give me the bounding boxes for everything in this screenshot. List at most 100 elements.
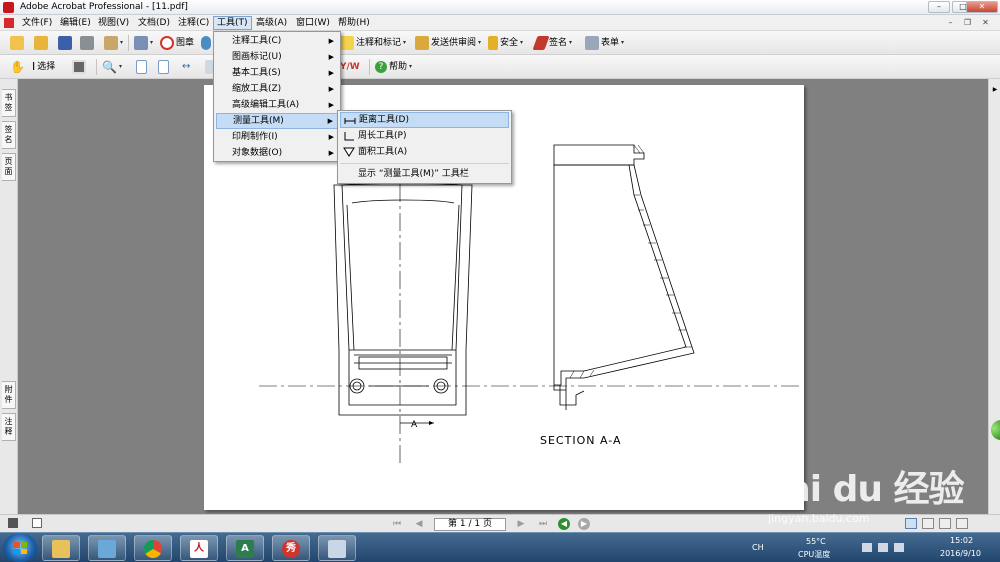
menu-document[interactable]: 文档(D)	[135, 16, 173, 30]
doc-restore-icon[interactable]: ❐	[962, 17, 973, 28]
hand-status-icon	[8, 518, 18, 528]
select-tool-button[interactable]: I 选择	[32, 59, 55, 75]
acrobat-icon: 人	[190, 540, 208, 558]
area-tool-item[interactable]: 面积工具(A)	[340, 144, 509, 160]
fit-width-icon[interactable]: ↔	[182, 59, 190, 75]
attach-icon[interactable]: ▾	[134, 35, 153, 51]
forms-button[interactable]: 表单 ▾	[585, 35, 624, 51]
single-page-icon[interactable]	[905, 518, 917, 529]
volume-icon[interactable]	[878, 543, 888, 552]
status-bar: ⏮ ◀ 第 1 / 1 页 ▶ ⏭ ◀ ▶	[0, 514, 1000, 532]
send-review-label: 发送供审阅	[431, 38, 477, 48]
show-measure-toolbar-item[interactable]: 显示 “测量工具(M)” 工具栏	[340, 166, 509, 182]
menu-advanced-editing[interactable]: 高级编辑工具(A) ▶	[216, 97, 338, 113]
hand-tool-icon[interactable]: ✋	[10, 59, 25, 75]
taskbar-app-5[interactable]: A	[226, 535, 264, 561]
flag-icon[interactable]	[894, 543, 904, 552]
menu-zoom-tools[interactable]: 缩放工具(Z) ▶	[216, 81, 338, 97]
perimeter-tool-item[interactable]: 周长工具(P)	[340, 128, 509, 144]
fit-page-icon[interactable]	[158, 59, 169, 75]
taskbar-app-6[interactable]: 秀	[272, 535, 310, 561]
doc-close-icon[interactable]: ✕	[980, 17, 991, 28]
input-language[interactable]: CH	[752, 543, 764, 552]
taskbar: 人 A 秀 CH 55°C CPU温度 15:02 2016/9/10	[0, 532, 1000, 562]
help-label: 帮助	[389, 62, 408, 72]
text-cursor-icon: I	[32, 60, 36, 73]
page-number-field[interactable]: 第 1 / 1 页	[434, 517, 506, 531]
sign-label: 签名	[549, 38, 568, 48]
distance-tool-item[interactable]: 距离工具(D)	[340, 112, 509, 128]
help-button[interactable]: ? 帮助 ▾	[375, 59, 412, 75]
menu-help[interactable]: 帮助(H)	[335, 16, 373, 30]
signatures-tab[interactable]: 签名	[2, 121, 16, 149]
save-icon[interactable]	[58, 35, 72, 51]
actual-size-icon[interactable]	[136, 59, 147, 75]
menu-view[interactable]: 视图(V)	[95, 16, 132, 30]
stamp-button[interactable]: 图章	[160, 35, 194, 51]
send-review-button[interactable]: 发送供审阅 ▾	[415, 35, 481, 51]
tools-toolbar: ✋ I 选择 🔍 ▾ ↔ Y/W ? 帮助 ▾	[0, 55, 1000, 79]
menu-basic-tools[interactable]: 基本工具(S) ▶	[216, 65, 338, 81]
doc-minimize-icon[interactable]: –	[945, 17, 956, 28]
menu-object-data[interactable]: 对象数据(O) ▶	[216, 145, 338, 161]
menu-drawing-markup[interactable]: 图画标记(U) ▶	[216, 49, 338, 65]
create-pdf-icon[interactable]	[10, 35, 24, 51]
taskbar-paint[interactable]	[318, 535, 356, 561]
comments-tab[interactable]: 注释	[2, 413, 16, 441]
sign-button[interactable]: 签名 ▾	[532, 35, 572, 51]
menu-bar: 文件(F) 编辑(E) 视图(V) 文档(D) 注释(C) 工具(T) 高级(A…	[0, 15, 1000, 31]
page-navigator: ⏮ ◀ 第 1 / 1 页 ▶ ⏭ ◀ ▶	[390, 517, 590, 531]
app-icon: 秀	[282, 540, 300, 558]
cpu-temperature: 55°C	[806, 537, 826, 546]
taskbar-explorer[interactable]	[42, 535, 80, 561]
menu-comments[interactable]: 注释(C)	[175, 16, 212, 30]
network-icon[interactable]	[862, 543, 872, 552]
submenu-arrow-icon: ▶	[327, 117, 333, 125]
continuous-facing-icon[interactable]	[956, 518, 968, 529]
menu-advanced[interactable]: 高级(A)	[253, 16, 290, 30]
zoom-in-icon[interactable]: 🔍 ▾	[102, 59, 122, 75]
minimize-button[interactable]: –	[928, 1, 950, 13]
print-icon[interactable]	[80, 35, 94, 51]
continuous-icon[interactable]	[922, 518, 934, 529]
clock-time[interactable]: 15:02	[950, 536, 973, 545]
distance-tool-icon	[344, 118, 356, 124]
rotate-icon[interactable]	[205, 59, 213, 75]
open-icon[interactable]	[34, 35, 48, 51]
security-button[interactable]: 安全 ▾	[488, 35, 523, 51]
taskbar-chrome[interactable]	[134, 535, 172, 561]
last-page-icon[interactable]: ⏭	[536, 518, 550, 530]
navigation-panel: 书签 签名 页面 附件 注释	[0, 79, 18, 514]
previous-page-icon[interactable]: ◀	[412, 518, 426, 530]
page-thumb-icon[interactable]	[32, 518, 42, 528]
menu-edit[interactable]: 编辑(E)	[57, 16, 94, 30]
submenu-arrow-icon: ▶	[328, 37, 334, 45]
taskbar-app-2[interactable]	[88, 535, 126, 561]
next-page-icon[interactable]: ▶	[514, 518, 528, 530]
organize-icon[interactable]: ▾	[104, 35, 123, 51]
menu-measuring-tools[interactable]: 测量工具(M) ▶	[216, 113, 338, 129]
clock-date[interactable]: 2016/9/10	[940, 549, 981, 558]
facing-icon[interactable]	[939, 518, 951, 529]
taskbar-acrobat[interactable]: 人	[180, 535, 218, 561]
menu-print-production[interactable]: 印刷制作(I) ▶	[216, 129, 338, 145]
menu-file[interactable]: 文件(F)	[19, 16, 55, 30]
vertical-scrollbar[interactable]: ▶	[988, 79, 1000, 514]
attachments-tab[interactable]: 附件	[2, 381, 16, 409]
go-forward-icon[interactable]: ▶	[578, 518, 590, 530]
rss-icon[interactable]: Y/W	[340, 59, 360, 75]
bookmarks-tab[interactable]: 书签	[2, 89, 16, 117]
measure-submenu: 距离工具(D) 周长工具(P) 面积工具(A) 显示 “测量工具(M)” 工具栏	[337, 110, 512, 184]
start-button[interactable]	[3, 534, 37, 562]
menu-window[interactable]: 窗口(W)	[293, 16, 333, 30]
comment-markup-button[interactable]: 注释和标记 ▾	[340, 35, 406, 51]
menu-tools[interactable]: 工具(T)	[213, 16, 252, 30]
scroll-right-arrow-icon[interactable]: ▶	[990, 85, 1000, 95]
menu-comment-tools[interactable]: 注释工具(C) ▶	[216, 33, 338, 49]
pages-tab[interactable]: 页面	[2, 153, 16, 181]
close-button[interactable]: ✕	[966, 1, 998, 13]
go-back-icon[interactable]: ◀	[558, 518, 570, 530]
web-capture-icon[interactable]	[201, 35, 211, 51]
snapshot-icon[interactable]	[72, 59, 86, 75]
first-page-icon[interactable]: ⏮	[390, 518, 404, 530]
